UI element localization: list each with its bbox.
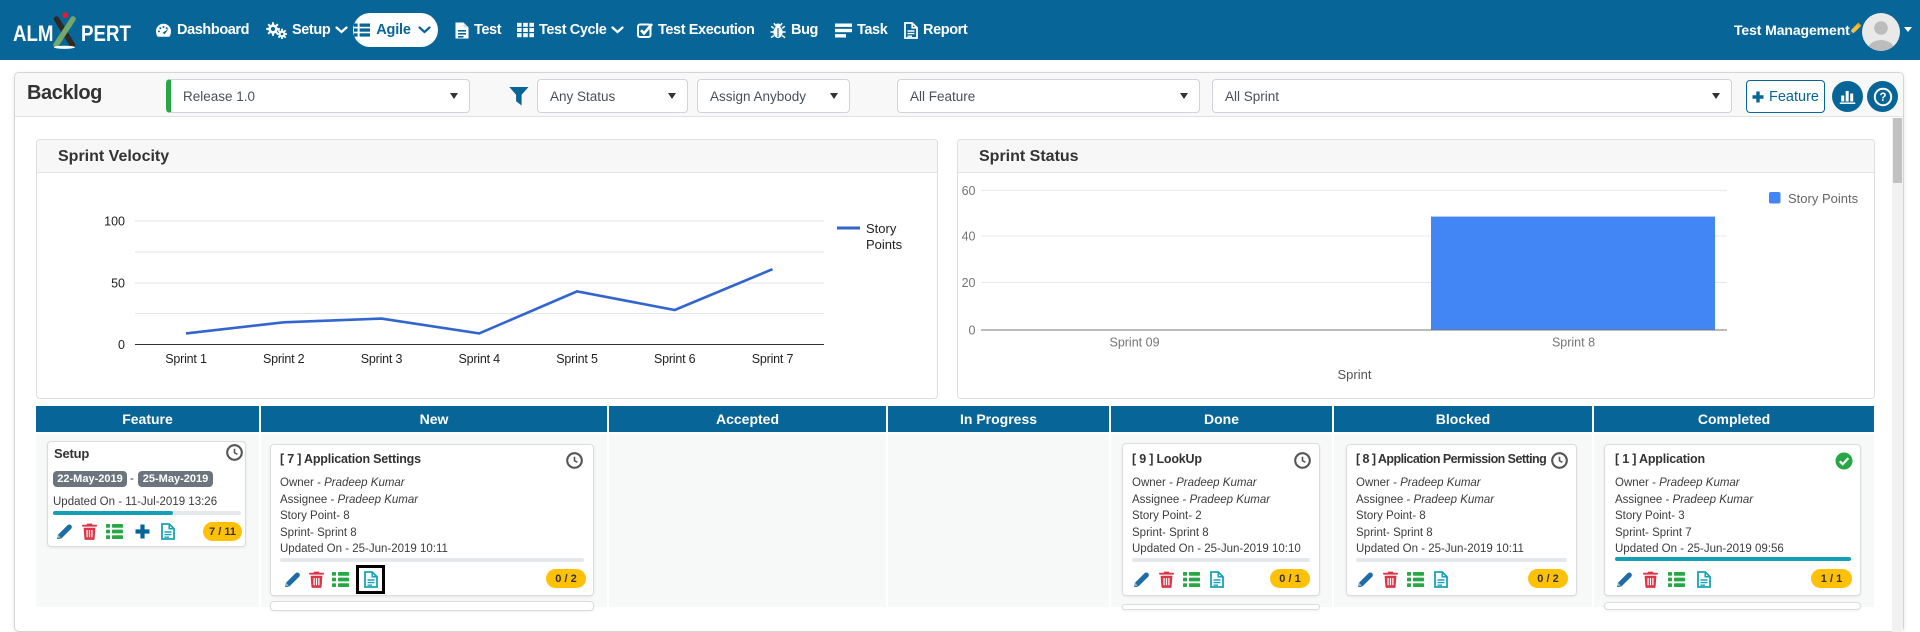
svg-text:Sprint 4: Sprint 4 (458, 352, 500, 366)
svg-text:60: 60 (962, 184, 976, 198)
svg-text:20: 20 (962, 276, 976, 290)
svg-text:?: ? (1879, 92, 1886, 104)
svg-text:100: 100 (104, 215, 125, 229)
svg-text:Sprint 09: Sprint 09 (1109, 336, 1159, 350)
svg-text:50: 50 (111, 277, 125, 291)
svg-text:Story: Story (866, 221, 897, 236)
svg-text:0: 0 (969, 324, 976, 338)
svg-text:Sprint 1: Sprint 1 (165, 352, 207, 366)
svg-text:Sprint: Sprint (1338, 367, 1372, 382)
svg-text:Sprint 8: Sprint 8 (1552, 336, 1595, 350)
svg-text:Sprint 5: Sprint 5 (556, 352, 598, 366)
svg-text:Points: Points (866, 237, 903, 252)
svg-text:40: 40 (962, 230, 976, 244)
svg-text:Sprint 7: Sprint 7 (752, 352, 794, 366)
svg-text:0: 0 (118, 338, 125, 352)
svg-text:Sprint 3: Sprint 3 (361, 352, 403, 366)
svg-text:Sprint 6: Sprint 6 (654, 352, 696, 366)
svg-text:Sprint 2: Sprint 2 (263, 352, 305, 366)
svg-text:Story Points: Story Points (1788, 191, 1859, 206)
